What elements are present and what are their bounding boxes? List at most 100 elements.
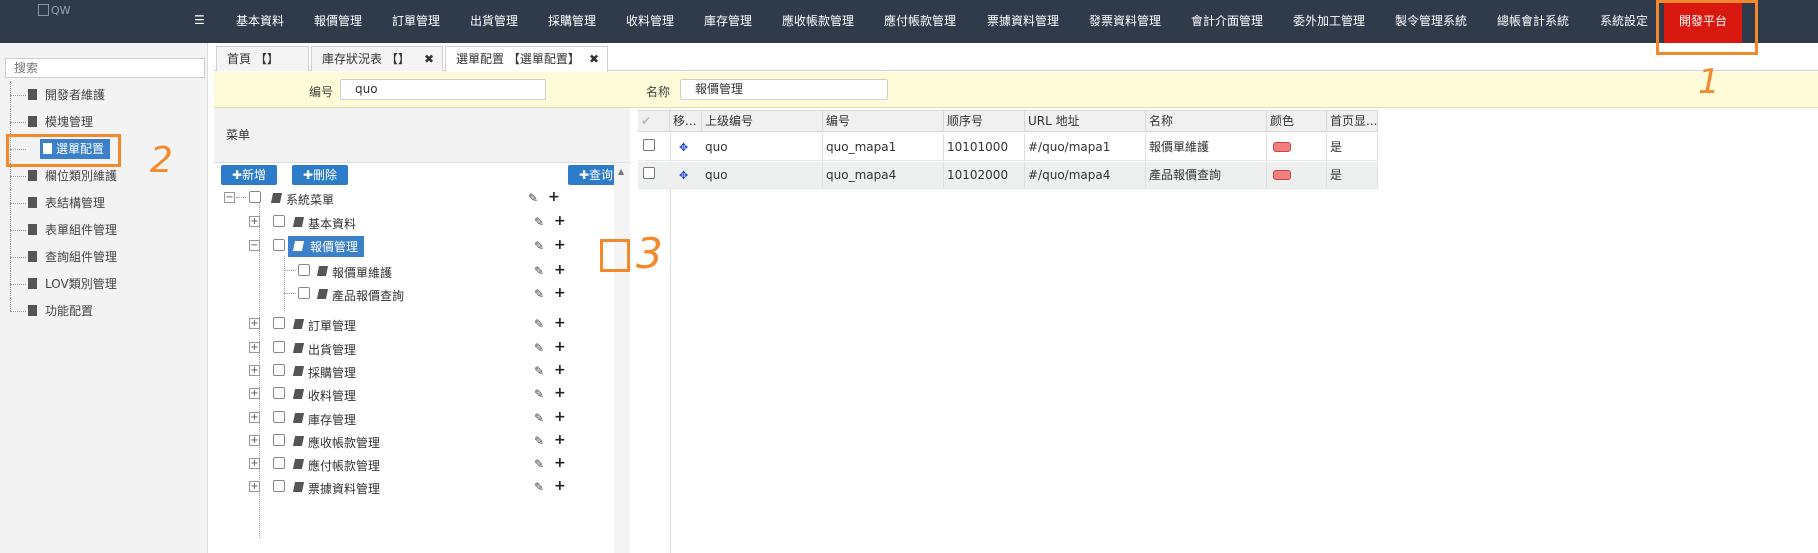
- tab-home[interactable]: 首頁 【】: [216, 46, 309, 71]
- edit-icon[interactable]: ✎: [534, 457, 544, 471]
- nav-item-accounting-interface[interactable]: 會計介面管理: [1191, 0, 1263, 43]
- expand-icon[interactable]: +: [249, 216, 260, 227]
- tree-node-label[interactable]: 基本資料: [308, 215, 356, 232]
- tab-menu-config[interactable]: 選單配置 【選單配置】 ✖: [445, 46, 608, 72]
- close-icon[interactable]: ✖: [589, 47, 599, 71]
- tree-node-label[interactable]: 收料管理: [308, 387, 356, 404]
- column-header[interactable]: 顺序号: [944, 111, 1025, 132]
- edit-icon[interactable]: ✎: [534, 341, 544, 355]
- list-icon[interactable]: ☰: [194, 14, 206, 26]
- tree-node-label[interactable]: 應付帳款管理: [308, 457, 380, 474]
- tree-node-label[interactable]: 庫存管理: [308, 411, 356, 428]
- expand-icon[interactable]: +: [249, 342, 260, 353]
- select-all-checkbox[interactable]: ✔: [638, 111, 670, 132]
- column-header[interactable]: 编号: [823, 111, 944, 132]
- column-header[interactable]: 移...: [670, 111, 702, 132]
- tree-checkbox[interactable]: [273, 364, 285, 376]
- edit-icon[interactable]: ✎: [534, 264, 544, 278]
- nav-item-orders[interactable]: 訂單管理: [392, 0, 440, 43]
- nav-item-shipping[interactable]: 出貨管理: [470, 0, 518, 43]
- expand-icon[interactable]: +: [249, 388, 260, 399]
- scroll-up-icon[interactable]: ▲: [618, 167, 624, 176]
- tree-node-label[interactable]: 出貨管理: [308, 341, 356, 358]
- tree-checkbox[interactable]: [249, 191, 261, 203]
- tree-scrollbar[interactable]: ▲: [614, 163, 630, 553]
- row-checkbox[interactable]: [643, 167, 655, 179]
- add-button[interactable]: ✚新增: [221, 165, 277, 185]
- row-checkbox[interactable]: [643, 139, 655, 151]
- expand-icon[interactable]: +: [249, 318, 260, 329]
- column-header[interactable]: 首页显...: [1327, 111, 1378, 132]
- tree-node-label[interactable]: 訂單管理: [308, 317, 356, 334]
- add-icon[interactable]: +: [554, 285, 566, 301]
- table-row[interactable]: ✥ quo quo_mapa4 10102000 #/quo/mapa4 產品報…: [638, 162, 1378, 189]
- edit-icon[interactable]: ✎: [534, 215, 544, 229]
- nav-item-outsourcing[interactable]: 委外加工管理: [1293, 0, 1365, 43]
- column-header[interactable]: 名称: [1146, 111, 1267, 132]
- add-icon[interactable]: +: [554, 432, 566, 448]
- edit-icon[interactable]: ✎: [528, 191, 538, 205]
- nav-item-purchasing[interactable]: 採購管理: [548, 0, 596, 43]
- tree-node-label[interactable]: 產品報價查詢: [332, 287, 404, 304]
- tree-checkbox[interactable]: [273, 239, 285, 251]
- table-row[interactable]: ✥ quo quo_mapa1 10101000 #/quo/mapa1 報價單…: [638, 134, 1378, 161]
- tree-checkbox[interactable]: [273, 457, 285, 469]
- code-field[interactable]: quo: [340, 79, 546, 100]
- edit-icon[interactable]: ✎: [534, 434, 544, 448]
- nav-item-basic-data[interactable]: 基本資料: [236, 0, 284, 43]
- tree-node-label[interactable]: 報價單維護: [332, 264, 392, 281]
- add-icon[interactable]: +: [554, 262, 566, 278]
- expand-icon[interactable]: +: [249, 481, 260, 492]
- nav-item-notes[interactable]: 票據資料管理: [987, 0, 1059, 43]
- tree-checkbox[interactable]: [273, 480, 285, 492]
- tree-checkbox[interactable]: [273, 411, 285, 423]
- tree-node-label[interactable]: 採購管理: [308, 364, 356, 381]
- expand-icon[interactable]: +: [249, 458, 260, 469]
- expand-icon[interactable]: +: [249, 412, 260, 423]
- tree-checkbox[interactable]: [273, 434, 285, 446]
- sidebar-search[interactable]: [5, 58, 205, 78]
- close-icon[interactable]: ✖: [424, 47, 434, 71]
- tab-inventory-status[interactable]: 庫存狀況表 【】 ✖: [311, 46, 443, 71]
- edit-icon[interactable]: ✎: [534, 364, 544, 378]
- add-icon[interactable]: +: [554, 315, 566, 331]
- add-child-icon[interactable]: +: [554, 237, 566, 253]
- search-input[interactable]: [6, 59, 204, 77]
- delete-button[interactable]: ✚刪除: [292, 165, 348, 185]
- edit-icon[interactable]: ✎: [534, 317, 544, 331]
- edit-icon[interactable]: ✎: [534, 480, 544, 494]
- tree-checkbox[interactable]: [298, 287, 310, 299]
- nav-item-inventory[interactable]: 庫存管理: [704, 0, 752, 43]
- tree-checkbox[interactable]: [273, 387, 285, 399]
- nav-item-system-settings[interactable]: 系統設定: [1600, 0, 1648, 43]
- nav-item-quotation[interactable]: 報價管理: [314, 0, 362, 43]
- add-icon[interactable]: +: [554, 455, 566, 471]
- nav-item-general-ledger[interactable]: 總帳會計系統: [1497, 0, 1569, 43]
- tree-checkbox[interactable]: [273, 317, 285, 329]
- add-icon[interactable]: +: [554, 213, 566, 229]
- nav-item-receiving[interactable]: 收料管理: [626, 0, 674, 43]
- name-field[interactable]: 報價管理: [680, 79, 888, 100]
- add-icon[interactable]: +: [554, 385, 566, 401]
- column-header[interactable]: 颜色: [1267, 111, 1327, 132]
- nav-item-payables[interactable]: 應付帳款管理: [884, 0, 956, 43]
- tree-checkbox[interactable]: [273, 341, 285, 353]
- edit-icon[interactable]: ✎: [534, 239, 544, 253]
- tree-checkbox[interactable]: [273, 215, 285, 227]
- column-header[interactable]: URL 地址: [1025, 111, 1146, 132]
- add-icon[interactable]: +: [554, 409, 566, 425]
- tree-checkbox[interactable]: [298, 264, 310, 276]
- add-icon[interactable]: +: [548, 189, 560, 205]
- edit-icon[interactable]: ✎: [534, 411, 544, 425]
- nav-item-receivables[interactable]: 應收帳款管理: [782, 0, 854, 43]
- add-icon[interactable]: +: [554, 478, 566, 494]
- tree-node-label[interactable]: 應收帳款管理: [308, 434, 380, 451]
- column-header[interactable]: 上级编号: [702, 111, 823, 132]
- collapse-icon[interactable]: −: [224, 192, 235, 203]
- tree-node-label[interactable]: 系統菜單: [286, 191, 334, 208]
- move-icon[interactable]: ✥: [679, 170, 690, 181]
- edit-icon[interactable]: ✎: [534, 287, 544, 301]
- nav-item-invoices[interactable]: 發票資料管理: [1089, 0, 1161, 43]
- collapse-icon[interactable]: −: [249, 240, 260, 251]
- expand-icon[interactable]: +: [249, 435, 260, 446]
